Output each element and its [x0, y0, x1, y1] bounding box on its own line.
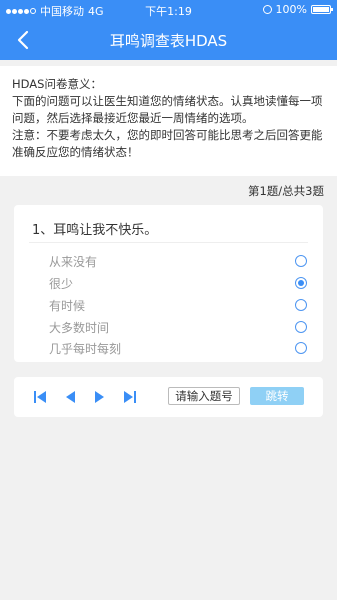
status-bar: 中国移动 4G 下午1:19 100%: [0, 0, 337, 20]
intro-note: 注意：不要考虑太久，您的即时回答可能比思考之后回答更能准确反应您的情绪状态！: [12, 128, 323, 159]
radio-button[interactable]: [295, 321, 307, 333]
question-text: 1、耳鸣让我不快乐。: [32, 223, 158, 238]
intro-panel: HDAS问卷意义： 下面的问题可以让医生知道您的情绪状态。认真地读懂每一项问题，…: [0, 66, 337, 176]
battery-icon: [311, 5, 333, 14]
option-label: 几乎每时每刻: [49, 341, 122, 356]
radio-button[interactable]: [295, 255, 307, 267]
previous-icon: [66, 391, 75, 403]
jump-button[interactable]: 跳转: [250, 387, 304, 405]
question-number-input[interactable]: 请输入题号: [168, 387, 240, 405]
option-label: 大多数时间: [49, 320, 110, 335]
next-icon: [95, 391, 104, 403]
previous-button[interactable]: [61, 388, 79, 406]
radio-button-checked[interactable]: [295, 277, 307, 289]
battery-percent: 100%: [275, 3, 307, 16]
divider: [29, 242, 308, 243]
option-sometimes[interactable]: 有时候: [49, 295, 307, 315]
first-page-button[interactable]: [31, 388, 49, 406]
last-page-button[interactable]: [121, 388, 139, 406]
rotation-lock-icon: [262, 5, 272, 14]
intro-heading: HDAS问卷意义：: [12, 77, 102, 91]
option-label: 很少: [49, 276, 74, 291]
radio-button[interactable]: [295, 342, 307, 354]
pager-bar: 请输入题号 跳转: [14, 377, 323, 417]
next-button[interactable]: [91, 388, 109, 406]
page-title: 耳鸣调查表HDAS: [109, 32, 228, 50]
option-label: 从来没有: [49, 254, 98, 269]
option-almost-always[interactable]: 几乎每时每刻: [49, 338, 307, 358]
option-never[interactable]: 从来没有: [49, 251, 307, 271]
question-progress: 第1题/总共3题: [247, 184, 324, 198]
status-right: 100%: [262, 3, 333, 16]
option-rarely[interactable]: 很少: [49, 273, 307, 293]
question-card: 1、耳鸣让我不快乐。 从来没有 很少 有时候 大多数时间 几乎每时每刻: [14, 205, 323, 362]
first-page-icon: [34, 391, 46, 403]
last-page-icon: [124, 391, 136, 403]
intro-description: 下面的问题可以让医生知道您的情绪状态。认真地读懂每一项问题，然后选择最接近您最近…: [12, 94, 323, 125]
option-most-of-time[interactable]: 大多数时间: [49, 317, 307, 337]
radio-button[interactable]: [295, 299, 307, 311]
nav-bar: 耳鸣调查表HDAS: [0, 20, 337, 60]
option-label: 有时候: [49, 298, 86, 313]
